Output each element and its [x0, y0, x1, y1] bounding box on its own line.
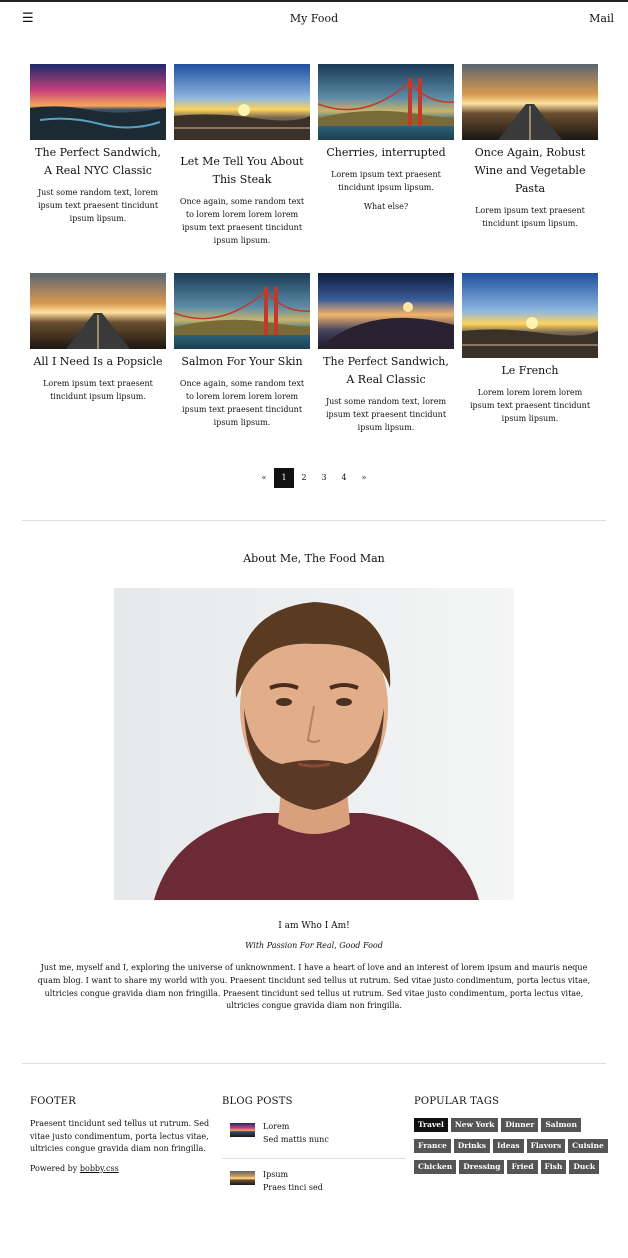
- popular-tags-heading: POPULAR TAGS: [414, 1096, 500, 1107]
- pagination-page-1[interactable]: 1: [274, 468, 294, 488]
- post-excerpt: Lorem ipsum text praesent tincidunt ipsu…: [331, 170, 441, 192]
- post-title[interactable]: The Perfect Sandwich, A Real Classic: [318, 353, 454, 389]
- post-title[interactable]: All I Need Is a Popsicle: [30, 353, 166, 371]
- post-image-golden-gate[interactable]: [174, 273, 310, 349]
- blog-post-subtitle: Praes tinci sed: [263, 1182, 323, 1192]
- blog-posts-heading: BLOG POSTS: [222, 1096, 293, 1107]
- tag-dinner[interactable]: Dinner: [501, 1118, 539, 1132]
- post-image-hill-sunset[interactable]: [318, 273, 454, 349]
- post-card: Le French Lorem lorem lorem lorem ipsum …: [462, 273, 598, 434]
- post-excerpt: Lorem ipsum text praesent tincidunt ipsu…: [475, 206, 585, 228]
- blog-post-divider: [222, 1158, 406, 1159]
- blog-posts-list: Lorem Sed mattis nunc Ipsum Praes tinci …: [222, 1117, 406, 1203]
- section-divider: [22, 1063, 606, 1064]
- tag-duck[interactable]: Duck: [569, 1160, 600, 1174]
- tag-flavors[interactable]: Flavors: [526, 1139, 566, 1153]
- mail-link[interactable]: Mail: [589, 12, 614, 25]
- tag-travel[interactable]: Travel: [414, 1118, 448, 1132]
- tag-new-york[interactable]: New York: [450, 1118, 499, 1132]
- blog-post-text: Lorem Sed mattis nunc: [263, 1121, 329, 1155]
- pagination-page-3[interactable]: 3: [314, 468, 334, 488]
- post-title[interactable]: Le French: [462, 362, 598, 380]
- footer-column: FOOTER Praesent tincidunt sed tellus ut …: [30, 1096, 210, 1173]
- post-card: Let Me Tell You About This Steak Once ag…: [174, 64, 310, 247]
- footer-heading: FOOTER: [30, 1096, 77, 1107]
- blog-post-thumbnail: [230, 1123, 255, 1137]
- tag-row: Chicken Dressing Fried Fish Duck: [414, 1160, 604, 1174]
- footer-text: Praesent tincidunt sed tellus ut rutrum.…: [30, 1119, 210, 1154]
- post-grid-row-1: The Perfect Sandwich, A Real NYC Classic…: [30, 64, 598, 247]
- post-extra: What else?: [363, 202, 409, 211]
- site-title: My Food: [289, 12, 339, 25]
- tag-fried[interactable]: Fried: [507, 1160, 538, 1174]
- post-excerpt: Lorem ipsum text praesent tincidunt ipsu…: [43, 379, 153, 401]
- popular-tags-column: POPULAR TAGS Travel New York Dinner Salm…: [414, 1096, 608, 1181]
- post-image-desert-road[interactable]: [462, 64, 598, 140]
- bobby-css-link[interactable]: bobby.css: [80, 1164, 119, 1173]
- post-title[interactable]: Salmon For Your Skin: [174, 353, 310, 371]
- powered-by: Powered by bobby.css: [30, 1164, 210, 1173]
- post-card: The Perfect Sandwich, A Real NYC Classic…: [30, 64, 166, 247]
- post-image-golden-gate[interactable]: [318, 64, 454, 140]
- tag-ideas[interactable]: Ideas: [492, 1139, 524, 1153]
- blog-post-subtitle: Sed mattis nunc: [263, 1134, 329, 1144]
- pagination-next[interactable]: »: [354, 468, 374, 488]
- post-card: All I Need Is a Popsicle Lorem ipsum tex…: [30, 273, 166, 434]
- pagination-page-4[interactable]: 4: [334, 468, 354, 488]
- blog-post-title: Ipsum: [263, 1170, 289, 1179]
- about-title: About Me, The Food Man: [243, 552, 385, 565]
- about-name: I am Who I Am!: [278, 921, 350, 931]
- powered-by-label: Powered by: [30, 1163, 78, 1173]
- section-divider: [22, 520, 606, 521]
- pagination-prev[interactable]: «: [254, 468, 274, 488]
- about-body: Just me, myself and I, exploring the uni…: [37, 963, 591, 1011]
- tag-cloud: Travel New York Dinner Salmon France Dri…: [414, 1118, 608, 1174]
- post-image-desert-road[interactable]: [30, 273, 166, 349]
- post-image-sunset-coast[interactable]: [30, 64, 166, 140]
- tag-salmon[interactable]: Salmon: [541, 1118, 581, 1132]
- post-card: Once Again, Robust Wine and Vegetable Pa…: [462, 64, 598, 247]
- blog-posts-column: BLOG POSTS Lorem Sed mattis nunc Ipsum P…: [222, 1096, 406, 1203]
- top-bar: ☰ My Food Mail: [0, 0, 628, 34]
- tag-cuisine[interactable]: Cuisine: [568, 1139, 608, 1153]
- tag-dressing[interactable]: Dressing: [459, 1160, 505, 1174]
- post-image-sunrise-rocks[interactable]: [462, 273, 598, 358]
- post-image-sunrise-rocks[interactable]: [174, 64, 310, 140]
- post-excerpt: Just some random text, lorem ipsum text …: [37, 188, 159, 223]
- blog-post-text: Ipsum Praes tinci sed: [263, 1169, 323, 1203]
- post-title[interactable]: The Perfect Sandwich, A Real NYC Classic: [30, 144, 166, 180]
- post-excerpt: Lorem lorem lorem lorem ipsum text praes…: [469, 388, 591, 423]
- post-title[interactable]: Cherries, interrupted: [318, 144, 454, 162]
- pagination: « 1 2 3 4 »: [0, 468, 628, 488]
- blog-post-item[interactable]: Lorem Sed mattis nunc: [222, 1117, 406, 1155]
- post-card: Salmon For Your Skin Once again, some ra…: [174, 273, 310, 434]
- tag-fish[interactable]: Fish: [540, 1160, 567, 1174]
- blog-post-title: Lorem: [263, 1122, 290, 1131]
- post-title[interactable]: Let Me Tell You About This Steak: [174, 153, 310, 189]
- about-tagline: With Passion For Real, Good Food: [245, 941, 383, 950]
- post-excerpt: Once again, some random text to lorem lo…: [179, 197, 305, 245]
- post-excerpt: Just some random text, lorem ipsum text …: [325, 397, 447, 432]
- tag-france[interactable]: France: [414, 1139, 451, 1153]
- pagination-page-2[interactable]: 2: [294, 468, 314, 488]
- tag-row: France Drinks Ideas Flavors Cuisine: [414, 1139, 608, 1153]
- post-grid-row-2: All I Need Is a Popsicle Lorem ipsum tex…: [30, 273, 598, 434]
- about-portrait: [114, 588, 514, 900]
- post-card: The Perfect Sandwich, A Real Classic Jus…: [318, 273, 454, 434]
- post-title[interactable]: Once Again, Robust Wine and Vegetable Pa…: [462, 144, 598, 198]
- blog-post-item[interactable]: Ipsum Praes tinci sed: [222, 1165, 406, 1203]
- post-excerpt: Once again, some random text to lorem lo…: [179, 379, 305, 427]
- tag-row: Travel New York Dinner Salmon: [414, 1118, 604, 1132]
- blog-post-thumbnail: [230, 1171, 255, 1185]
- tag-chicken[interactable]: Chicken: [414, 1160, 457, 1174]
- post-card: Cherries, interrupted Lorem ipsum text p…: [318, 64, 454, 247]
- tag-drinks[interactable]: Drinks: [453, 1139, 490, 1153]
